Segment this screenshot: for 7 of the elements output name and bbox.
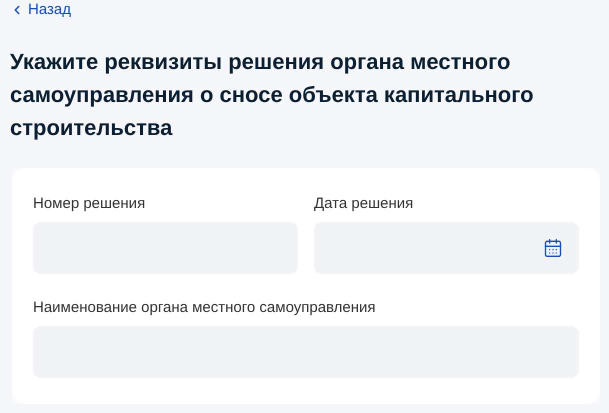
back-link[interactable]: Назад — [10, 0, 71, 20]
date-field[interactable] — [314, 222, 579, 274]
calendar-icon[interactable] — [543, 238, 563, 258]
field-label: Наименование органа местного самоуправления — [33, 298, 377, 318]
page-heading: Укажите реквизиты решения органа местного самоуправления о сносе объекта капитального строительства — [10, 48, 535, 142]
field-label: Дата решения — [314, 194, 414, 214]
field-label: Номер решения — [33, 194, 146, 214]
